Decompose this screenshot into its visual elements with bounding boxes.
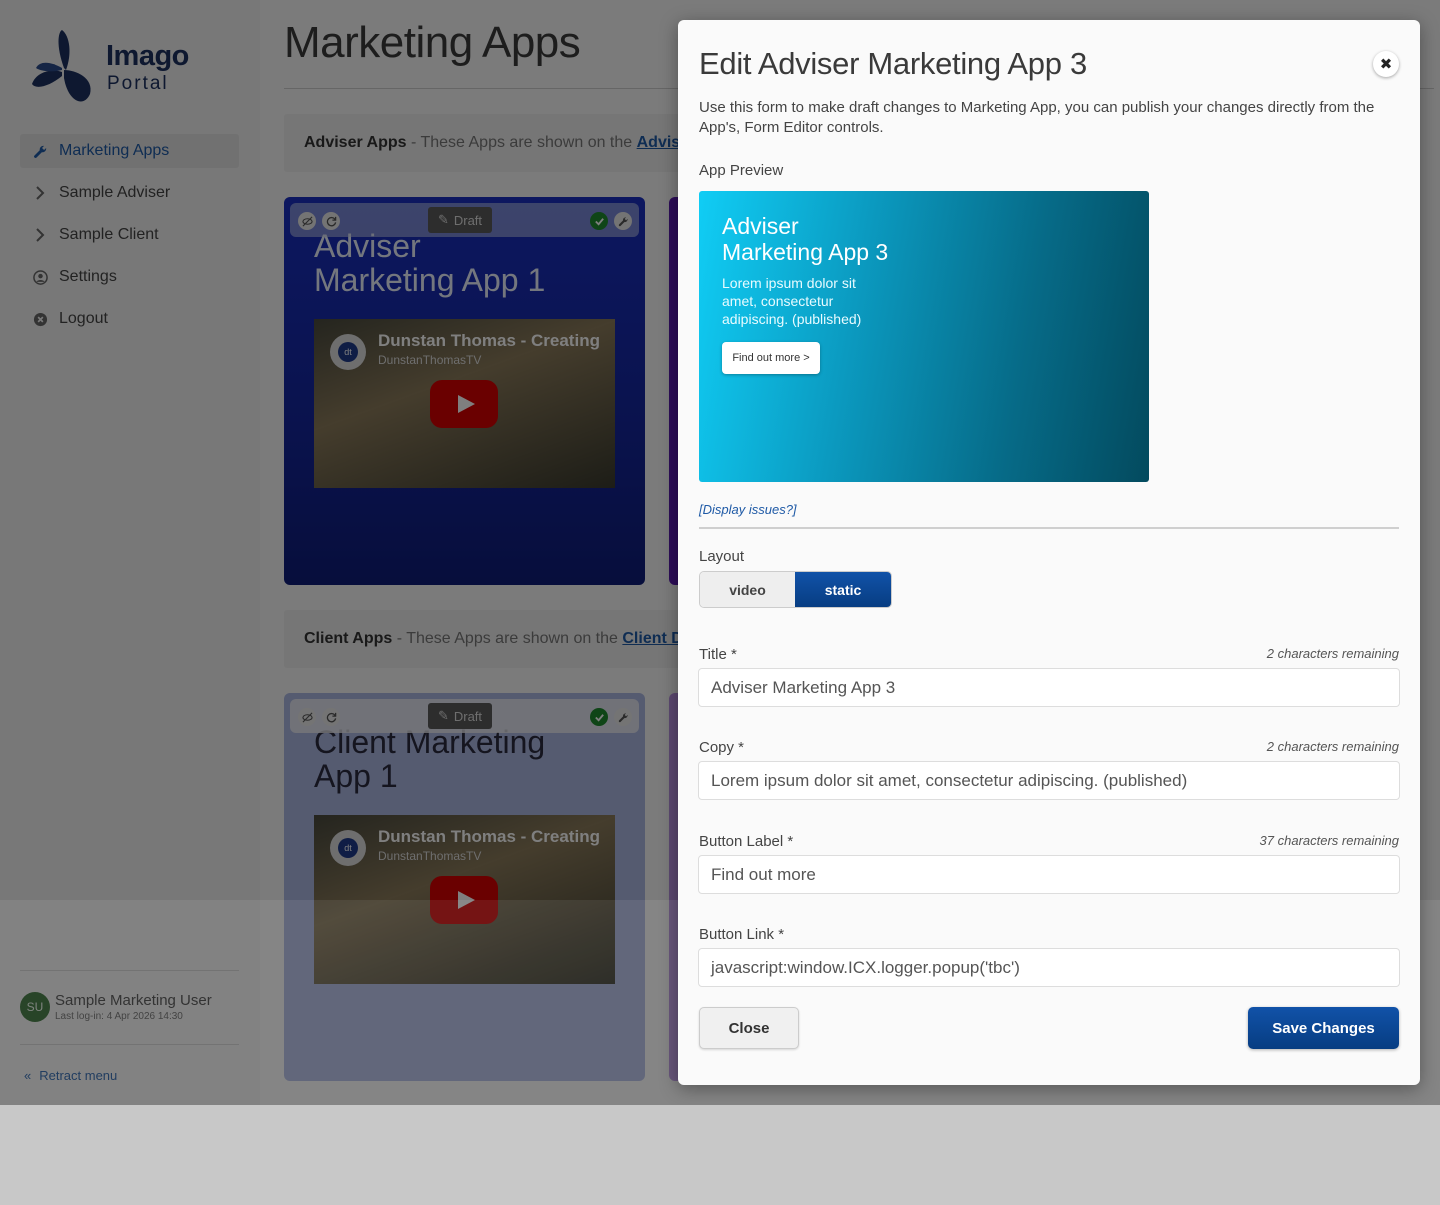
preview-copy: Lorem ipsum dolor sit amet, consectetur … — [722, 275, 862, 327]
close-icon[interactable]: ✖ — [1373, 51, 1399, 77]
divider — [699, 527, 1399, 529]
copy-input[interactable]: Lorem ipsum dolor sit amet, consectetur … — [698, 761, 1400, 800]
close-button[interactable]: Close — [699, 1007, 799, 1049]
copy-chars-remaining: 2 characters remaining — [1266, 739, 1399, 754]
modal-description: Use this form to make draft changes to M… — [699, 99, 1375, 136]
title-field-label: Title * — [699, 646, 737, 663]
app-shell: Imago Portal Marketing Apps Sample Advis… — [0, 0, 1440, 1105]
save-changes-button[interactable]: Save Changes — [1248, 1007, 1399, 1049]
display-issues-link[interactable]: [Display issues?] — [699, 502, 797, 517]
button-label-field-label: Button Label * — [699, 833, 794, 850]
layout-label: Layout — [699, 548, 745, 565]
button-label-chars-remaining: 37 characters remaining — [1259, 833, 1399, 848]
layout-option-static[interactable]: static — [795, 572, 891, 607]
button-label-input[interactable]: Find out more — [698, 855, 1400, 894]
layout-toggle: video static — [699, 571, 892, 608]
preview-cta-button[interactable]: Find out more > — [722, 342, 820, 374]
title-input[interactable]: Adviser Marketing App 3 — [698, 668, 1400, 707]
preview-title: Adviser Marketing App 3 — [722, 213, 888, 265]
modal-title: Edit Adviser Marketing App 3 — [699, 46, 1087, 81]
copy-field-label: Copy * — [699, 739, 745, 756]
preview-title-line: Adviser — [722, 213, 799, 239]
button-link-field-label: Button Link * — [699, 926, 785, 943]
button-link-input[interactable]: javascript:window.ICX.logger.popup('tbc'… — [698, 948, 1400, 987]
preview-label: App Preview — [699, 162, 784, 179]
title-chars-remaining: 2 characters remaining — [1266, 646, 1399, 661]
layout-option-video[interactable]: video — [700, 572, 795, 607]
preview-title-line: Marketing App 3 — [722, 239, 889, 265]
app-preview: Adviser Marketing App 3 Lorem ipsum dolor… — [699, 191, 1149, 482]
edit-app-modal: Edit Adviser Marketing App 3 ✖ Use this … — [678, 20, 1420, 1085]
